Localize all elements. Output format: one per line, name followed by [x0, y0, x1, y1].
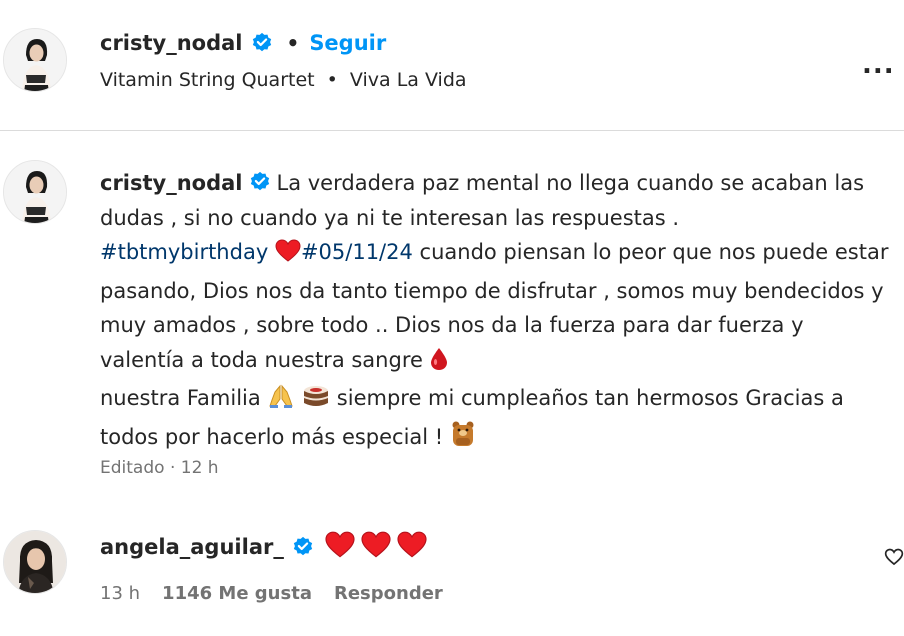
praying-hands-icon — [267, 383, 295, 420]
cake-icon — [302, 383, 330, 420]
comment-meta: 13 h 1146 Me gusta Responder — [100, 583, 443, 604]
heart-outline-icon — [884, 548, 904, 571]
comment-like-button[interactable] — [884, 547, 904, 571]
post-header: cristy_nodal • Seguir Vitamin String Qua… — [0, 0, 904, 130]
audio-attribution[interactable]: Vitamin String Quartet • Viva La Vida — [100, 69, 467, 91]
author-username[interactable]: cristy_nodal — [100, 31, 243, 55]
caption-text-part-3: nuestra Familia — [100, 386, 261, 410]
author-avatar[interactable] — [3, 28, 67, 92]
caption-timestamp: 12 h — [180, 458, 219, 478]
bear-icon — [450, 420, 476, 459]
red-heart-icon — [324, 531, 356, 563]
edited-label: Editado — [100, 458, 165, 478]
caption-meta: Editado · 12 h — [100, 458, 219, 478]
comment-timestamp: 13 h — [100, 583, 141, 604]
hashtag-date[interactable]: #05/11/24 — [301, 240, 413, 264]
commenter-avatar[interactable] — [3, 530, 67, 594]
audio-separator: • — [326, 69, 338, 91]
drop-of-blood-icon — [430, 347, 448, 382]
more-options-button[interactable]: ... — [862, 50, 895, 80]
comment-text-hearts — [324, 531, 428, 563]
header-separator: • — [286, 31, 300, 55]
header-divider — [0, 130, 904, 131]
caption-username[interactable]: cristy_nodal — [100, 171, 243, 195]
red-heart-icon — [360, 531, 392, 563]
hashtag-tbtmybirthday[interactable]: #tbtmybirthday — [100, 240, 268, 264]
comment-content: angela_aguilar_ — [100, 529, 428, 565]
caption-author-avatar[interactable] — [3, 160, 67, 224]
caption-text: cristy_nodal La verdadera paz mental no l… — [100, 166, 890, 458]
verified-badge-icon — [292, 536, 314, 558]
verified-badge-icon — [249, 169, 271, 191]
verified-badge-icon — [251, 32, 273, 54]
follow-button[interactable]: Seguir — [309, 31, 386, 55]
red-heart-icon — [396, 531, 428, 563]
reply-button[interactable]: Responder — [334, 583, 443, 604]
audio-track: Viva La Vida — [349, 69, 467, 91]
meta-separator: · — [169, 458, 176, 478]
red-heart-icon — [275, 239, 301, 274]
header-name-row: cristy_nodal • Seguir — [100, 26, 386, 60]
audio-artist: Vitamin String Quartet — [100, 69, 315, 91]
commenter-username[interactable]: angela_aguilar_ — [100, 535, 284, 559]
more-options-icon: ... — [862, 50, 895, 80]
comment-likes[interactable]: 1146 Me gusta — [162, 583, 312, 604]
